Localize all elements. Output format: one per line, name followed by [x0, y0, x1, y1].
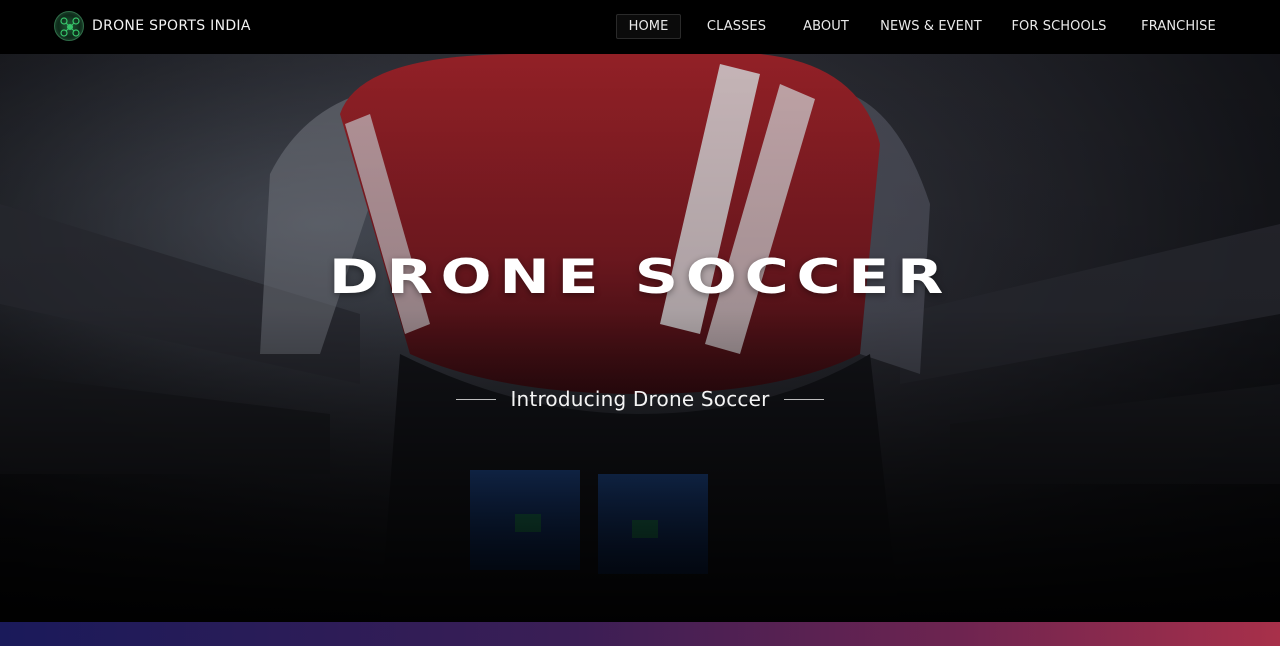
nav-news-event[interactable]: NEWS & EVENT	[879, 14, 983, 39]
nav-franchise[interactable]: FRANCHISE	[1135, 14, 1222, 39]
hero-overlay	[0, 54, 1280, 622]
hero-banner: DRONE SOCCER Introducing Drone Soccer	[0, 54, 1280, 622]
top-navbar: DRONE SPORTS INDIA HOME CLASSES ABOUT NE…	[0, 0, 1280, 54]
subtitle-right-rule	[783, 398, 824, 400]
hero-subtitle: Introducing Drone Soccer	[510, 387, 770, 411]
nav-classes[interactable]: CLASSES	[700, 14, 773, 39]
nav-home[interactable]: HOME	[616, 14, 681, 39]
hero-title: DRONE SOCCER	[328, 250, 952, 305]
hero-subtitle-row: Introducing Drone Soccer	[0, 386, 1280, 412]
nav-about[interactable]: ABOUT	[797, 14, 855, 39]
nav-for-schools[interactable]: FOR SCHOOLS	[1007, 14, 1111, 39]
main-nav: HOME CLASSES ABOUT NEWS & EVENT FOR SCHO…	[0, 0, 1280, 54]
subtitle-left-rule	[456, 398, 497, 400]
section-gradient-band	[0, 622, 1280, 646]
